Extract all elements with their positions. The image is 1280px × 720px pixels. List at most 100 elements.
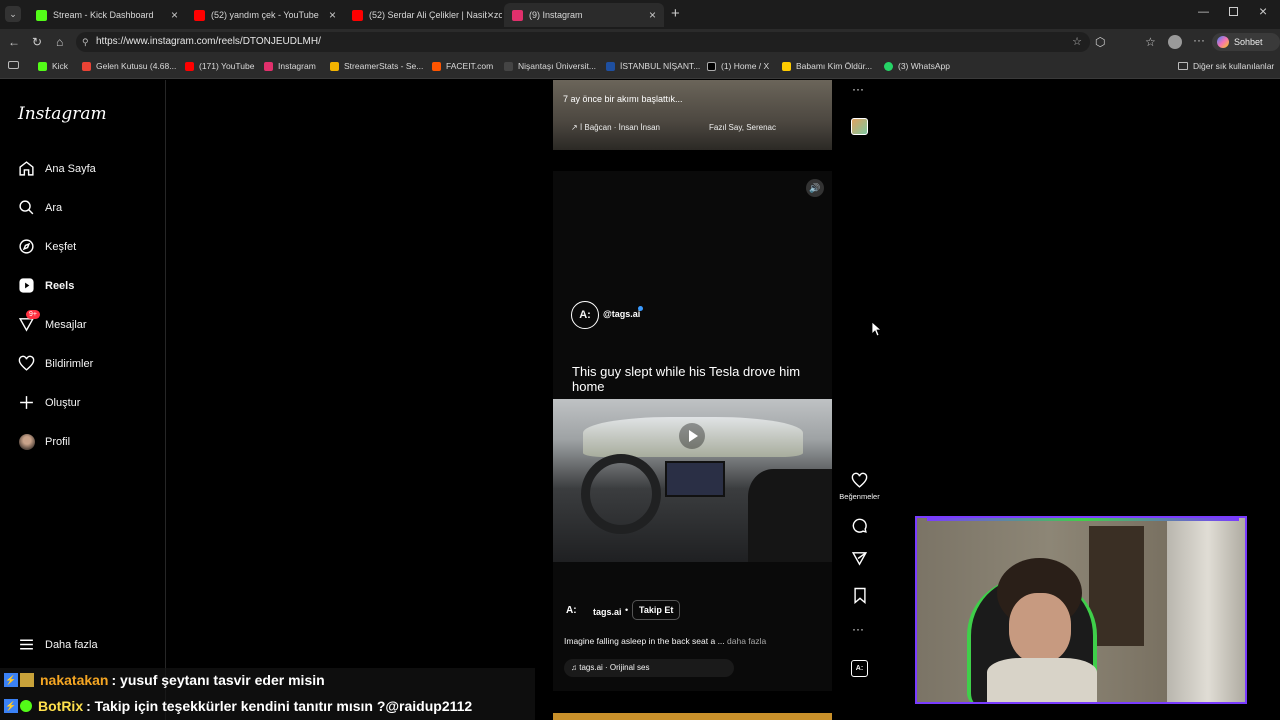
webcam-curtain [1167,518,1245,702]
bookmark-youtube[interactable]: (171) YouTube [185,61,254,71]
tab-actions-button[interactable]: ⌄ [5,6,21,22]
plus-icon [18,394,35,411]
heart-icon [851,472,868,488]
favorite-star-icon[interactable]: ☆ [1072,32,1082,52]
chat-message: ⚡ BotRix : Takip için teşekkürler kendin… [4,698,472,714]
extensions-icon[interactable]: ⬡ [1095,35,1105,49]
tab-instagram[interactable]: (9) Instagram × [504,3,664,27]
save-button[interactable] [853,587,867,604]
back-icon[interactable]: ← [8,35,20,49]
webcam-shelf [1089,526,1144,646]
kick-icon [38,61,47,71]
bookmark-label: (1) Home / X [721,61,770,71]
author-name[interactable]: tags.ai [593,607,622,617]
chat-message: ⚡ nakatakan : yusuf şeytanı tasvir eder … [4,672,325,688]
close-tab-icon[interactable]: × [329,8,336,22]
bookmark-nisantasi[interactable]: Nişantaşı Üniversit... [504,61,596,71]
audio-label: İ Bağcan · İnsan İnsan [579,123,660,132]
site-info-icon[interactable]: ⚲ [82,32,89,52]
reel-video-frame[interactable] [553,399,832,562]
home-button-icon[interactable]: ⌂ [56,35,63,49]
tab-youtube-2[interactable]: (52) Serdar Ali Çelikler | Nasibi zor × [344,3,502,27]
nav-notifications[interactable]: Bildirimler [18,355,93,372]
maximize-button[interactable] [1229,7,1238,16]
bookmark-kick[interactable]: Kick [38,61,68,71]
like-button[interactable]: Beğenmeler [832,472,887,501]
hamburger-icon [18,636,35,653]
copilot-button[interactable]: Sohbet et [1212,33,1280,65]
bookmark-babami[interactable]: Babamı Kim Öldür... [782,61,872,71]
instagram-sidebar: Instagram Ana Sayfa Ara Keşfet Reels 9+ … [0,80,166,720]
instagram-logo[interactable]: Instagram [18,104,107,124]
close-window-button[interactable]: × [1259,3,1267,19]
tab-youtube-1[interactable]: (52) yandım çek - YouTube × [186,3,344,27]
current-reel[interactable]: 🔊 A: @tags.ai This guy slept while his T… [553,171,832,691]
reel-audio-pill[interactable]: ♫ tags.ai · Orijinal ses [564,659,734,677]
bookmark-faceit[interactable]: FACEIT.com [432,61,493,71]
nav-explore[interactable]: Keşfet [18,238,76,255]
mouse-cursor-icon [871,321,883,341]
reading-list-icon[interactable] [8,61,19,69]
previous-reel-more-icon[interactable]: ··· [852,82,864,96]
nav-reels[interactable]: Reels [18,277,74,294]
nav-label: Ana Sayfa [45,162,96,175]
previous-reel-tagged[interactable]: Fazıl Say, Serenac [709,123,776,132]
steering-wheel [581,454,661,534]
url-input[interactable]: ⚲ https://www.instagram.com/reels/DTONJE… [76,32,1090,52]
avatar-icon [18,433,35,450]
mute-toggle-button[interactable]: 🔊 [806,179,824,197]
follow-button[interactable]: Takip Et [632,600,681,620]
bookmark-istanbul-nisantasi[interactable]: İSTANBUL NİŞANT... [606,61,700,71]
nav-more[interactable]: Daha fazla [18,636,98,653]
bookmark-x[interactable]: (1) Home / X [707,61,769,71]
share-button[interactable] [851,550,868,567]
instagram-favicon-icon [512,9,523,21]
copilot-icon [1217,36,1229,48]
bookmark-label: Nişantaşı Üniversit... [518,61,596,71]
nav-label: Profil [45,435,71,448]
bookmark-streamerstats[interactable]: StreamerStats - Se... [330,61,423,71]
menu-icon[interactable]: ··· [1193,33,1205,47]
bookmark-whatsapp[interactable]: (3) WhatsApp [884,61,950,71]
author-avatar-icon[interactable]: A: [566,605,577,616]
minimize-button[interactable]: — [1198,6,1209,18]
bookmark-label: StreamerStats - Se... [344,61,424,71]
nav-messages[interactable]: 9+ Mesajlar [18,310,87,333]
next-reel-edge[interactable] [553,713,832,720]
close-tab-icon[interactable]: × [649,8,656,22]
previous-reel-caption: 7 ay önce bir akımı başlattık... [563,94,683,104]
audio-thumbnail[interactable]: A: [851,660,868,677]
bookmark-label: (171) YouTube [199,61,255,71]
nav-label: Mesajlar [45,318,87,331]
kick-badge-icon: ⚡ [4,673,18,687]
more-link[interactable]: daha fazla [727,636,766,646]
tab-kick[interactable]: Stream - Kick Dashboard × [28,3,186,27]
reload-icon[interactable]: ↻ [32,35,42,49]
close-tab-icon[interactable]: × [171,8,178,22]
nav-create[interactable]: Oluştur [18,394,80,411]
bookmark-label: (3) WhatsApp [898,61,950,71]
home-icon [18,160,35,177]
comment-button[interactable] [851,517,868,534]
film-icon [782,61,791,71]
previous-reel-audio-thumb[interactable] [851,118,868,135]
center-screen [665,461,725,497]
previous-reel[interactable]: 7 ay önce bir akımı başlattık... ↗ İ Bağ… [553,80,832,150]
nav-profile[interactable]: Profil [18,433,70,450]
previous-reel-audio[interactable]: ↗ İ Bağcan · İnsan İnsan [571,123,660,132]
nav-search[interactable]: Ara [18,199,62,216]
other-bookmarks-folder[interactable]: Diğer sık kullanılanlar [1178,61,1274,71]
close-tab-icon[interactable]: × [486,8,494,22]
more-options-button[interactable]: ··· [852,622,864,636]
bookmark-gmail[interactable]: Gelen Kutusu (4.68... [82,61,176,71]
profile-avatar[interactable] [1168,35,1182,49]
play-icon[interactable] [679,423,705,449]
favorites-icon[interactable]: ☆ [1145,35,1156,49]
chat-text: : yusuf şeytanı tasvir eder misin [111,672,325,688]
likes-label: Beğenmeler [839,492,880,501]
nav-home[interactable]: Ana Sayfa [18,160,96,177]
new-tab-button[interactable]: + [671,5,680,22]
bookmark-instagram[interactable]: Instagram [264,61,316,71]
tab-title: (52) yandım çek - YouTube [211,10,319,20]
nav-label: Ara [45,201,63,214]
